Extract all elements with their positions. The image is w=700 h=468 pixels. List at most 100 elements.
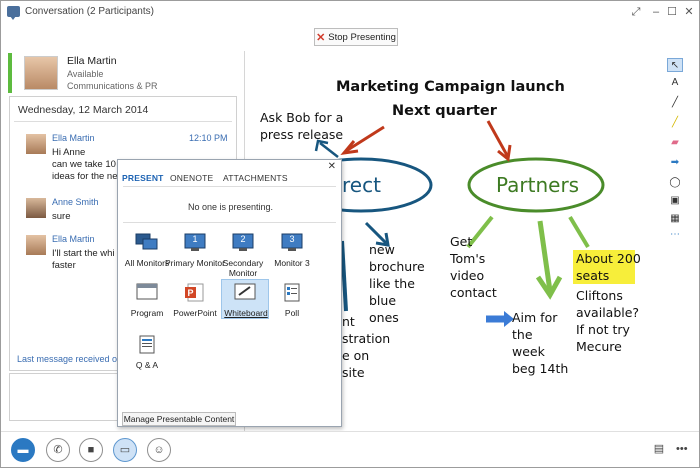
- message-line: faster: [52, 260, 76, 271]
- arrow-down: [340, 240, 348, 312]
- wb-bubble-partners: Partners: [496, 173, 580, 197]
- stop-x-icon: ✕: [316, 31, 326, 44]
- conversation-controls: ▬ ✆ ■ ▭ ☺ ▤ •••: [1, 431, 699, 467]
- wb-title-line2: Next quarter: [392, 103, 497, 119]
- conversation-window: Conversation (2 Participants) ⤢ – ☐ ✕ ✕ …: [0, 0, 700, 468]
- option-primary-monitor[interactable]: 1 Primary Monitor: [165, 230, 225, 270]
- image-tool-icon[interactable]: ▣: [667, 194, 683, 208]
- wb-line: Aim for: [512, 310, 558, 325]
- contact-card[interactable]: Ella Martin Available Communications & P…: [8, 53, 244, 93]
- option-poll[interactable]: Poll: [268, 280, 316, 320]
- monitor-number: 3: [289, 234, 295, 244]
- arrow-tool-icon[interactable]: ➡: [667, 156, 683, 170]
- wb-title-line1: Marketing Campaign launch: [336, 79, 565, 95]
- wb-note-about: About 200 seats: [576, 250, 641, 284]
- minimize-icon[interactable]: –: [648, 4, 664, 20]
- stamp-tool-icon[interactable]: ▦: [667, 212, 683, 226]
- close-icon[interactable]: ✕: [681, 4, 697, 20]
- option-program[interactable]: Program: [123, 280, 171, 320]
- presenting-status: No one is presenting.: [187, 202, 274, 212]
- wb-note-video: Get Tom's video contact: [450, 233, 497, 301]
- message-sender: Anne Smith: [52, 197, 99, 207]
- avatar: [26, 198, 46, 218]
- pen-tool-icon[interactable]: ╱: [667, 96, 683, 110]
- message-line: I'll start the whi: [52, 248, 115, 259]
- wb-note-cliftons: Cliftons available? If not try Mecure: [576, 287, 639, 355]
- stop-presenting-label: Stop Presenting: [328, 31, 396, 43]
- whiteboard-toolbar: ↖ A ╱ ╱ ▰ ➡ ◯ ▣ ▦ ⋯: [666, 56, 686, 240]
- wb-line: brochure: [369, 259, 425, 274]
- poll-icon: [284, 283, 300, 302]
- wb-line: Mecure: [576, 339, 622, 354]
- wb-line: Ask Bob for a: [260, 110, 344, 125]
- eraser-tool-icon[interactable]: ▰: [667, 136, 683, 150]
- im-icon[interactable]: ▬: [11, 438, 35, 462]
- whiteboard-icon: [234, 283, 256, 300]
- arrow-to-about: [568, 215, 590, 249]
- wb-line: Cliftons: [576, 288, 623, 303]
- participants-list-icon[interactable]: ▤: [649, 440, 669, 460]
- arrow-to-brochure: [364, 221, 388, 245]
- divider: [14, 121, 232, 122]
- qa-icon: [139, 335, 155, 354]
- option-secondary-monitor[interactable]: 2 Secondary Monitor: [219, 230, 267, 278]
- last-message-note: Last message received on: [17, 354, 123, 364]
- more-tools-icon[interactable]: ⋯: [667, 228, 683, 242]
- highlighter-tool-icon[interactable]: ╱: [667, 116, 683, 130]
- svg-text:P: P: [188, 288, 194, 298]
- tab-attachments[interactable]: ATTACHMENTS: [223, 173, 288, 183]
- option-qa[interactable]: Q & A: [123, 332, 171, 372]
- option-all-monitors[interactable]: All Monitors: [123, 230, 171, 270]
- wb-line: available?: [576, 305, 640, 320]
- wb-line: nt: [342, 314, 355, 329]
- contact-name: Ella Martin: [67, 55, 117, 67]
- stop-presenting-button[interactable]: ✕ Stop Presenting: [314, 28, 398, 46]
- wb-line: press release: [260, 127, 344, 142]
- participants-icon[interactable]: ☺: [147, 438, 171, 462]
- more-options-icon[interactable]: •••: [676, 443, 688, 455]
- window-title: Conversation (2 Participants): [25, 6, 154, 17]
- present-icon[interactable]: ▭: [113, 438, 137, 462]
- message-sender: Ella Martin: [52, 234, 95, 244]
- phone-icon[interactable]: ✆: [46, 438, 70, 462]
- wb-note-ask: Ask Bob for a press release: [260, 109, 343, 143]
- wb-line: new: [369, 242, 395, 257]
- option-monitor-3[interactable]: 3 Monitor 3: [268, 230, 316, 270]
- snap-icon[interactable]: ⤢: [628, 4, 644, 20]
- wb-line: About 200: [576, 251, 641, 266]
- wb-bubble-direct: rect: [342, 173, 381, 197]
- option-powerpoint[interactable]: P PowerPoint: [171, 280, 219, 320]
- video-icon[interactable]: ■: [79, 438, 103, 462]
- option-label: Monitor 3: [274, 258, 310, 268]
- avatar: [26, 134, 46, 154]
- arrow-to-ask: [319, 142, 339, 158]
- tab-onenote[interactable]: ONENOTE: [170, 173, 213, 183]
- manage-presentable-content-button[interactable]: Manage Presentable Content: [122, 412, 236, 426]
- wb-line: Tom's: [450, 251, 486, 266]
- message-line: ideas for the ne: [52, 171, 118, 182]
- contact-department: Communications & PR: [67, 81, 158, 91]
- close-icon[interactable]: ✕: [328, 161, 336, 172]
- option-label: Q & A: [135, 360, 159, 370]
- wb-line: e on: [342, 348, 370, 363]
- wb-line: stration: [342, 331, 391, 346]
- maximize-icon[interactable]: ☐: [664, 4, 680, 20]
- monitor-number: 2: [240, 234, 246, 244]
- text-tool-icon[interactable]: A: [667, 76, 683, 90]
- wb-line: Get: [450, 234, 473, 249]
- message-text: Hi Anne can we take 10 ideas for the ne: [52, 147, 118, 183]
- shape-tool-icon[interactable]: ◯: [667, 176, 683, 190]
- select-tool-icon[interactable]: ↖: [667, 58, 683, 72]
- present-popup: ✕ PRESENT ONENOTE ATTACHMENTS No one is …: [117, 159, 342, 427]
- message-time: 12:10 PM: [189, 133, 228, 143]
- wb-line: contact: [450, 285, 497, 300]
- wb-line: If not try: [576, 322, 630, 337]
- wb-line: the: [512, 327, 533, 342]
- arrow-to-direct: [345, 125, 385, 153]
- lync-app-icon: [7, 6, 20, 20]
- tab-present[interactable]: PRESENT: [122, 173, 164, 183]
- wb-line: week: [512, 344, 545, 359]
- all-monitors-icon: [135, 233, 158, 250]
- contact-status: Available: [67, 69, 104, 79]
- avatar: [24, 56, 58, 90]
